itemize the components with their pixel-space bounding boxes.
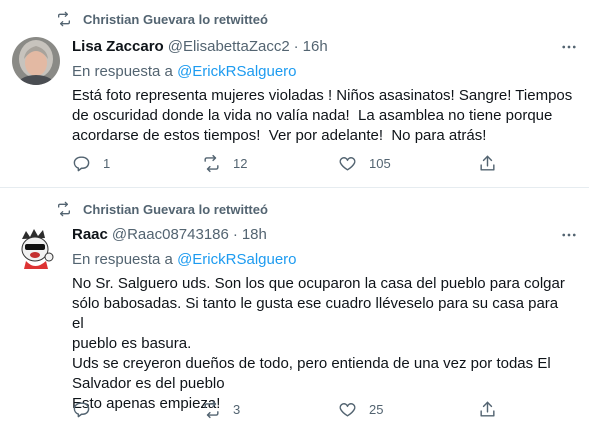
like-icon (339, 157, 356, 171)
tweet-card[interactable]: Christian Guevara lo retwitteó Raac @Raa… (0, 188, 589, 434)
user-handle[interactable]: @ElisabettaZacc2 (168, 38, 290, 55)
reply-context: En respuesta a @ErickRSalguero (72, 251, 573, 268)
more-icon (562, 45, 576, 49)
timestamp[interactable]: 18h (242, 226, 267, 243)
retweet-button[interactable]: 12 (202, 154, 338, 173)
share-button[interactable] (478, 400, 497, 419)
retweet-button[interactable]: 3 (202, 400, 338, 419)
reply-context: En respuesta a @ErickRSalguero (72, 63, 573, 80)
reply-mention-link[interactable]: @ErickRSalguero (177, 63, 296, 80)
separator: · (232, 226, 238, 243)
reply-prefix: En respuesta a (72, 251, 173, 268)
timestamp[interactable]: 16h (303, 38, 328, 55)
display-name[interactable]: Raac (72, 226, 108, 243)
retweet-label[interactable]: Christian Guevara lo retwitteó (83, 12, 268, 27)
retweet-icon (58, 11, 70, 27)
retweet-context: Christian Guevara lo retwitteó (46, 11, 268, 27)
reply-count: 1 (103, 156, 111, 171)
retweet-icon (58, 201, 70, 217)
separator: · (293, 38, 299, 55)
tweet-text: No Sr. Salguero uds. Son los que ocuparo… (72, 275, 565, 412)
avatar[interactable] (12, 225, 60, 273)
like-icon (339, 403, 356, 417)
share-icon (480, 401, 495, 417)
tweet-text: Está foto representa mujeres violadas ! … (72, 87, 573, 144)
retweet-context: Christian Guevara lo retwitteó (46, 201, 268, 217)
more-icon (562, 233, 576, 237)
share-button[interactable] (478, 154, 497, 173)
share-icon (480, 155, 495, 171)
like-button[interactable]: 105 (338, 154, 478, 173)
retweet-count: 3 (233, 402, 241, 417)
reply-button[interactable]: 1 (72, 154, 202, 173)
reply-icon (73, 156, 90, 172)
like-button[interactable]: 25 (338, 400, 478, 419)
tweet-header: Lisa Zaccaro @ElisabettaZacc2 · 16h (72, 38, 573, 55)
like-count: 25 (369, 402, 384, 417)
retweet-icon (204, 400, 219, 419)
avatar[interactable] (12, 37, 60, 85)
retweet-label[interactable]: Christian Guevara lo retwitteó (83, 202, 268, 217)
reply-mention-link[interactable]: @ErickRSalguero (177, 251, 296, 268)
more-options-button[interactable] (557, 35, 581, 59)
reply-prefix: En respuesta a (72, 63, 173, 80)
more-options-button[interactable] (557, 223, 581, 247)
retweet-count: 12 (233, 156, 248, 171)
tweet-header: Raac @Raac08743186 · 18h (72, 226, 573, 243)
reply-icon (73, 402, 90, 418)
retweet-icon (204, 154, 219, 173)
display-name[interactable]: Lisa Zaccaro (72, 38, 164, 55)
tweet-card[interactable]: Christian Guevara lo retwitteó Lisa Zacc… (0, 0, 589, 188)
reply-button[interactable] (72, 400, 202, 419)
like-count: 105 (369, 156, 391, 171)
user-handle[interactable]: @Raac08743186 (112, 226, 229, 243)
